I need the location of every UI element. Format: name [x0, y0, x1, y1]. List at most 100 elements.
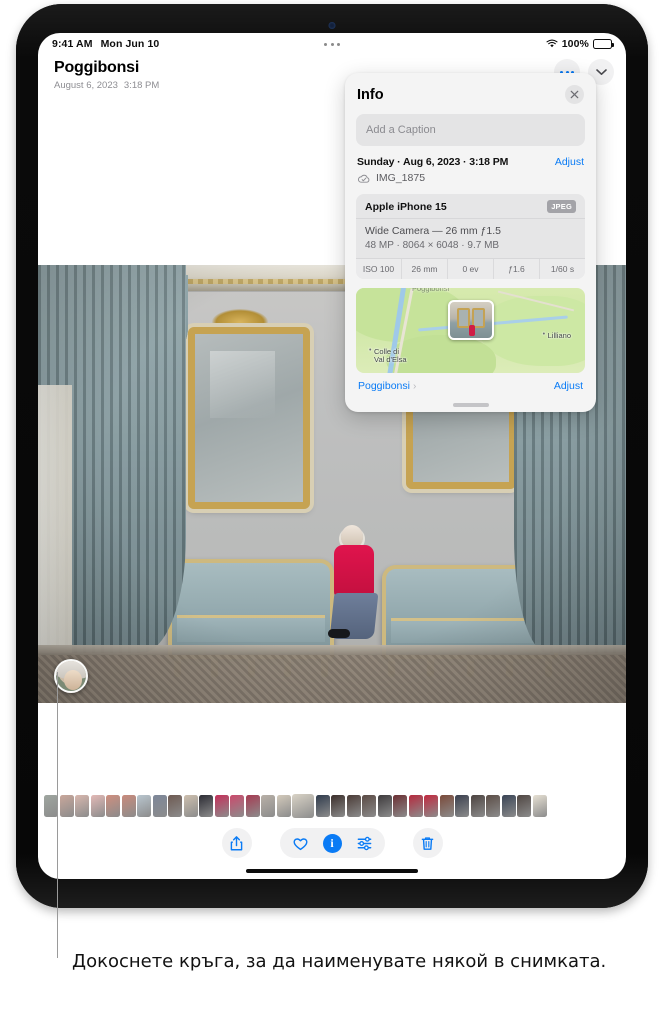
filmstrip-thumbnail[interactable]: [439, 795, 454, 817]
wifi-icon: [546, 39, 558, 48]
screenshot-root: 9:41 AM Mon Jun 10 100% Poggibonsi Augus…: [0, 0, 665, 1021]
photo-time: 3:18 PM: [123, 80, 160, 91]
filmstrip-thumbnail[interactable]: [199, 795, 213, 817]
info-button[interactable]: i: [322, 833, 342, 853]
instruction-caption: Докоснете кръга, за да наименувате някой…: [72, 951, 607, 972]
filmstrip-thumbnail[interactable]: [245, 795, 260, 817]
battery-full-icon: [593, 39, 614, 49]
unnamed-person-face-circle[interactable]: [54, 659, 88, 693]
exif-cell: 1/60 s: [550, 264, 575, 274]
filmstrip-thumbnail[interactable]: [90, 795, 105, 817]
filmstrip-thumbnail[interactable]: [292, 794, 314, 818]
person-torso: [334, 545, 374, 597]
person-shoe: [328, 629, 350, 638]
sheer-curtain: [38, 385, 72, 653]
filmstrip-thumbnail[interactable]: [455, 795, 469, 817]
camera-card-header: Apple iPhone 15 JPEG: [356, 194, 585, 219]
map-label-colle: Colle di Val d'Elsa: [369, 347, 406, 365]
status-time: 9:41 AM: [52, 38, 93, 50]
trash-icon: [421, 836, 434, 850]
bottom-toolbar: i: [38, 823, 626, 863]
share-icon: [230, 835, 243, 850]
filmstrip-thumbnail[interactable]: [75, 795, 89, 817]
info-date-row: Sunday · Aug 6, 2023 · 3:18 PM Adjust: [345, 156, 596, 168]
filmstrip-thumbnail[interactable]: [377, 795, 392, 817]
location-map[interactable]: Poggibonsi Colle di Val d'Elsa Lilliano: [356, 288, 585, 373]
mirror-left: [188, 327, 310, 509]
filmstrip-thumbnail[interactable]: [59, 795, 74, 817]
filmstrip-thumbnail[interactable]: [331, 795, 345, 817]
file-format-badge: JPEG: [547, 200, 576, 213]
camera-card-body: Wide Camera — 26 mm ƒ1.5 48 MP · 8064 × …: [356, 219, 585, 258]
close-button[interactable]: [565, 85, 584, 104]
status-date: Mon Jun 10: [100, 38, 160, 50]
dot: [330, 42, 334, 46]
camera-info-card: Apple iPhone 15 JPEG Wide Camera — 26 mm…: [356, 194, 585, 279]
exif-cell: 26 mm: [402, 259, 448, 279]
photo-filmstrip[interactable]: [38, 793, 626, 819]
filmstrip-thumbnail[interactable]: [470, 795, 485, 817]
panel-grabber[interactable]: [452, 403, 489, 407]
thumb-person: [468, 325, 475, 336]
exif-cell: ISO 100: [356, 259, 402, 279]
filmstrip-thumbnail[interactable]: [137, 795, 151, 817]
filmstrip-thumbnail[interactable]: [183, 795, 198, 817]
favorite-button[interactable]: [292, 835, 309, 852]
adjust-date-button[interactable]: Adjust: [555, 156, 584, 168]
map-place-link[interactable]: Poggibonsi ›: [358, 380, 416, 392]
filmstrip-thumbnail[interactable]: [168, 795, 182, 817]
filmstrip-thumbnail[interactable]: [214, 795, 229, 817]
callout-leader-line: [57, 672, 58, 958]
filmstrip-thumbnail[interactable]: [106, 795, 120, 817]
front-camera-icon: [328, 22, 336, 29]
device-screen: 9:41 AM Mon Jun 10 100% Poggibonsi Augus…: [38, 33, 626, 879]
camera-size-info: 48 MP · 8064 × 6048 · 9.7 MB: [365, 240, 500, 251]
filmstrip-thumbnail[interactable]: [517, 795, 531, 817]
thumb-mirror-left: [456, 308, 470, 328]
status-bar: 9:41 AM Mon Jun 10 100%: [38, 33, 626, 55]
share-button[interactable]: [221, 828, 252, 858]
info-letter: i: [330, 835, 334, 850]
filmstrip-thumbnail[interactable]: [44, 795, 58, 817]
filmstrip-thumbnail[interactable]: [424, 795, 438, 817]
filmstrip-thumbnail[interactable]: [393, 795, 407, 817]
exif-cell: 0 ev: [448, 259, 494, 279]
info-panel: Info Add a Caption Sunday · Aug 6, 2023 …: [345, 73, 596, 412]
filmstrip-thumbnail[interactable]: [230, 795, 244, 817]
delete-button[interactable]: [412, 828, 443, 858]
filmstrip-thumbnail[interactable]: [346, 795, 361, 817]
ipad-device-frame: 9:41 AM Mon Jun 10 100% Poggibonsi Augus…: [16, 4, 648, 908]
filmstrip-thumbnail[interactable]: [532, 795, 547, 817]
filmstrip-thumbnail[interactable]: [261, 795, 275, 817]
filmstrip-thumbnail[interactable]: [408, 795, 423, 817]
map-place-name: Poggibonsi: [358, 380, 410, 392]
caption-input[interactable]: Add a Caption: [356, 114, 585, 146]
photo-date: August 6, 2023: [54, 80, 118, 91]
photo-floor: [38, 645, 626, 703]
icloud-check-icon: [357, 174, 370, 183]
info-panel-header: Info: [345, 73, 596, 112]
filmstrip-thumbnail[interactable]: [121, 795, 136, 817]
map-footer-row: Poggibonsi › Adjust: [345, 373, 596, 402]
status-bar-right: 100%: [546, 38, 614, 50]
sofa-left: [168, 559, 334, 659]
heart-icon: [293, 837, 307, 850]
person-in-photo: [328, 525, 379, 639]
filmstrip-thumbnail[interactable]: [362, 795, 376, 817]
close-x-icon: [570, 90, 579, 99]
map-label-poggibonsi-top: Poggibonsi: [407, 288, 449, 294]
info-panel-title: Info: [357, 86, 384, 103]
filmstrip-thumbnail[interactable]: [486, 795, 500, 817]
battery-percent-label: 100%: [561, 38, 589, 50]
adjust-location-button[interactable]: Adjust: [554, 380, 583, 392]
toolbar-center-group: i: [279, 828, 385, 858]
dot: [337, 42, 340, 46]
adjust-button[interactable]: [356, 835, 373, 852]
filmstrip-thumbnail[interactable]: [276, 795, 291, 817]
filmstrip-thumbnail[interactable]: [501, 795, 516, 817]
filmstrip-thumbnail[interactable]: [315, 795, 330, 817]
caption-placeholder: Add a Caption: [366, 124, 436, 136]
filmstrip-thumbnail[interactable]: [152, 795, 167, 817]
map-photo-thumbnail[interactable]: [447, 300, 494, 340]
avatar-face: [64, 670, 82, 690]
